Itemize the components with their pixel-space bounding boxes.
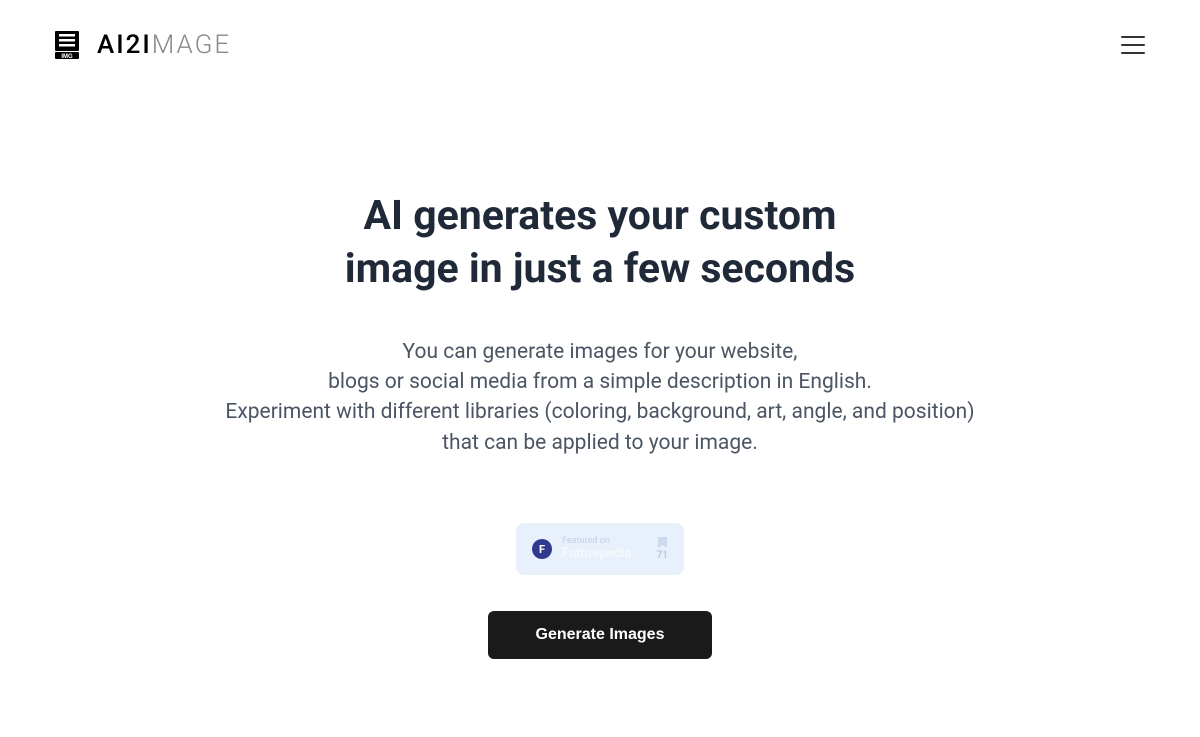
cta-container: Generate Images xyxy=(0,611,1200,659)
futurepedia-badge[interactable]: F Featured on Futurepedia 71 xyxy=(516,523,684,575)
badge-container: F Featured on Futurepedia 71 xyxy=(0,523,1200,575)
header: IMG AI2IMAGE xyxy=(0,0,1200,90)
logo-text: AI2IMAGE xyxy=(97,30,231,60)
hero-title: AI generates your custom image in just a… xyxy=(0,190,1200,297)
badge-logo-icon: F xyxy=(532,539,552,559)
hero-subtitle: You can generate images for your website… xyxy=(0,337,1200,459)
hero-section: AI generates your custom image in just a… xyxy=(0,90,1200,659)
bookmark-icon xyxy=(658,537,667,548)
badge-letter: F xyxy=(539,543,545,556)
hero-subtitle-line1: You can generate images for your website… xyxy=(403,340,798,364)
hero-subtitle-line3: Experiment with different libraries (col… xyxy=(225,400,974,424)
generate-images-button[interactable]: Generate Images xyxy=(488,611,713,659)
logo[interactable]: IMG AI2IMAGE xyxy=(55,30,231,60)
badge-text: Featured on Futurepedia xyxy=(562,537,647,561)
logo-text-bold: AI2I xyxy=(97,30,152,60)
hamburger-menu-icon[interactable] xyxy=(1121,36,1145,54)
hero-title-line1: AI generates your custom xyxy=(363,192,836,240)
logo-icon: IMG xyxy=(55,31,79,59)
badge-brand: Futurepedia xyxy=(562,547,632,561)
hero-title-line2: image in just a few seconds xyxy=(345,245,855,293)
hero-subtitle-line2: blogs or social media from a simple desc… xyxy=(328,370,872,394)
badge-count: 71 xyxy=(657,550,668,561)
svg-text:IMG: IMG xyxy=(61,54,73,59)
badge-right: 71 xyxy=(657,537,668,561)
hero-subtitle-line4: that can be applied to your image. xyxy=(442,431,758,455)
logo-text-light: MAGE xyxy=(152,30,231,60)
